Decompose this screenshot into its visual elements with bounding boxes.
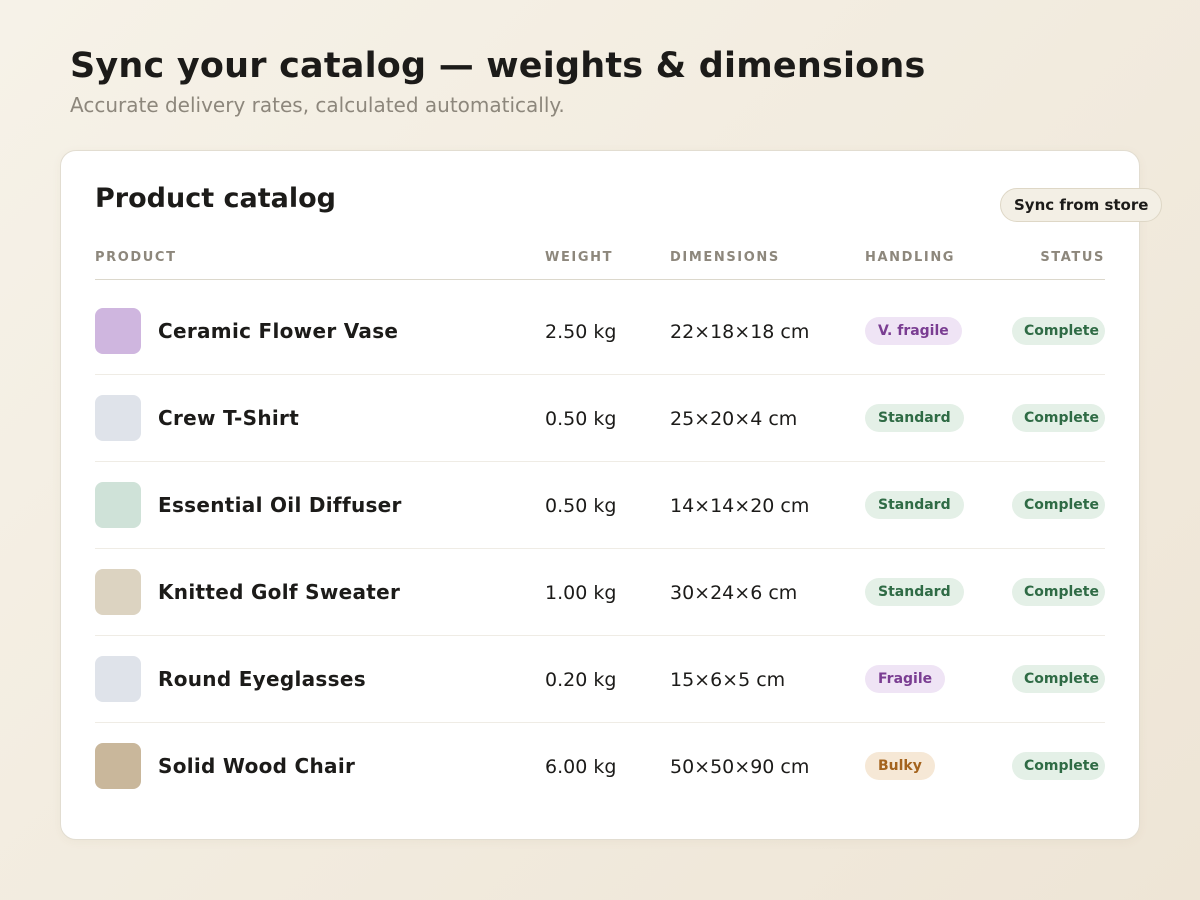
- handling-badge: Fragile: [865, 665, 946, 693]
- handling-badge: Standard: [865, 404, 964, 432]
- product-name: Solid Wood Chair: [158, 754, 356, 778]
- handling-badge: Bulky: [865, 752, 935, 780]
- product-dimensions: 15×6×5 cm: [670, 669, 786, 691]
- product-thumbnail: [95, 308, 141, 354]
- product-dimensions: 14×14×20 cm: [670, 495, 810, 517]
- product-dimensions: 22×18×18 cm: [670, 321, 810, 343]
- table-header: PRODUCT WEIGHT DIMENSIONS HANDLING STATU…: [95, 247, 1105, 280]
- column-header-product: PRODUCT: [95, 250, 177, 265]
- product-name: Crew T-Shirt: [158, 406, 300, 430]
- status-badge: Complete: [1012, 578, 1105, 606]
- column-header-status: STATUS: [1040, 250, 1105, 265]
- status-badge: Complete: [1012, 665, 1105, 693]
- product-dimensions: 25×20×4 cm: [670, 408, 798, 430]
- handling-badge: V. fragile: [865, 317, 962, 345]
- status-badge: Complete: [1012, 752, 1105, 780]
- table-row[interactable]: Essential Oil Diffuser 0.50 kg 14×14×20 cm…: [95, 462, 1105, 549]
- product-name: Knitted Golf Sweater: [158, 580, 401, 604]
- page-title: Sync your catalog — weights & dimensions: [70, 46, 926, 86]
- product-name: Round Eyeglasses: [158, 667, 366, 691]
- table-row[interactable]: Crew T-Shirt 0.50 kg 25×20×4 cm Standard Com…: [95, 375, 1105, 462]
- product-dimensions: 30×24×6 cm: [670, 582, 798, 604]
- catalog-title: Product catalog: [95, 183, 336, 214]
- product-name: Ceramic Flower Vase: [158, 319, 399, 343]
- product-name: Essential Oil Diffuser: [158, 493, 402, 517]
- product-table-body: Ceramic Flower Vase 2.50 kg 22×18×18 cm V. …: [95, 288, 1105, 809]
- product-weight: 0.20 kg: [545, 669, 617, 691]
- product-weight: 1.00 kg: [545, 582, 617, 604]
- product-thumbnail: [95, 569, 141, 615]
- product-thumbnail: [95, 482, 141, 528]
- product-weight: 6.00 kg: [545, 756, 617, 778]
- status-badge: Complete: [1012, 491, 1105, 519]
- column-header-dimensions: DIMENSIONS: [670, 250, 780, 265]
- table-row[interactable]: Ceramic Flower Vase 2.50 kg 22×18×18 cm V. …: [95, 288, 1105, 375]
- column-header-weight: WEIGHT: [545, 250, 614, 265]
- handling-badge: Standard: [865, 578, 964, 606]
- handling-badge: Standard: [865, 491, 964, 519]
- product-weight: 2.50 kg: [545, 321, 617, 343]
- product-thumbnail: [95, 656, 141, 702]
- table-row[interactable]: Solid Wood Chair 6.00 kg 50×50×90 cm Bulky C…: [95, 723, 1105, 809]
- table-row[interactable]: Round Eyeglasses 0.20 kg 15×6×5 cm Fragile C…: [95, 636, 1105, 723]
- catalog-card: Product catalog Sync from store PRODUCT …: [60, 150, 1163, 840]
- page-subtitle: Accurate delivery rates, calculated auto…: [70, 93, 565, 117]
- product-dimensions: 50×50×90 cm: [670, 756, 810, 778]
- status-badge: Complete: [1012, 317, 1105, 345]
- table-row[interactable]: Knitted Golf Sweater 1.00 kg 30×24×6 cm Sta…: [95, 549, 1105, 636]
- sync-from-store-button[interactable]: Sync from store: [1000, 188, 1163, 222]
- product-weight: 0.50 kg: [545, 495, 617, 517]
- product-thumbnail: [95, 395, 141, 441]
- status-badge: Complete: [1012, 404, 1105, 432]
- column-header-handling: HANDLING: [865, 250, 956, 265]
- product-thumbnail: [95, 743, 141, 789]
- product-weight: 0.50 kg: [545, 408, 617, 430]
